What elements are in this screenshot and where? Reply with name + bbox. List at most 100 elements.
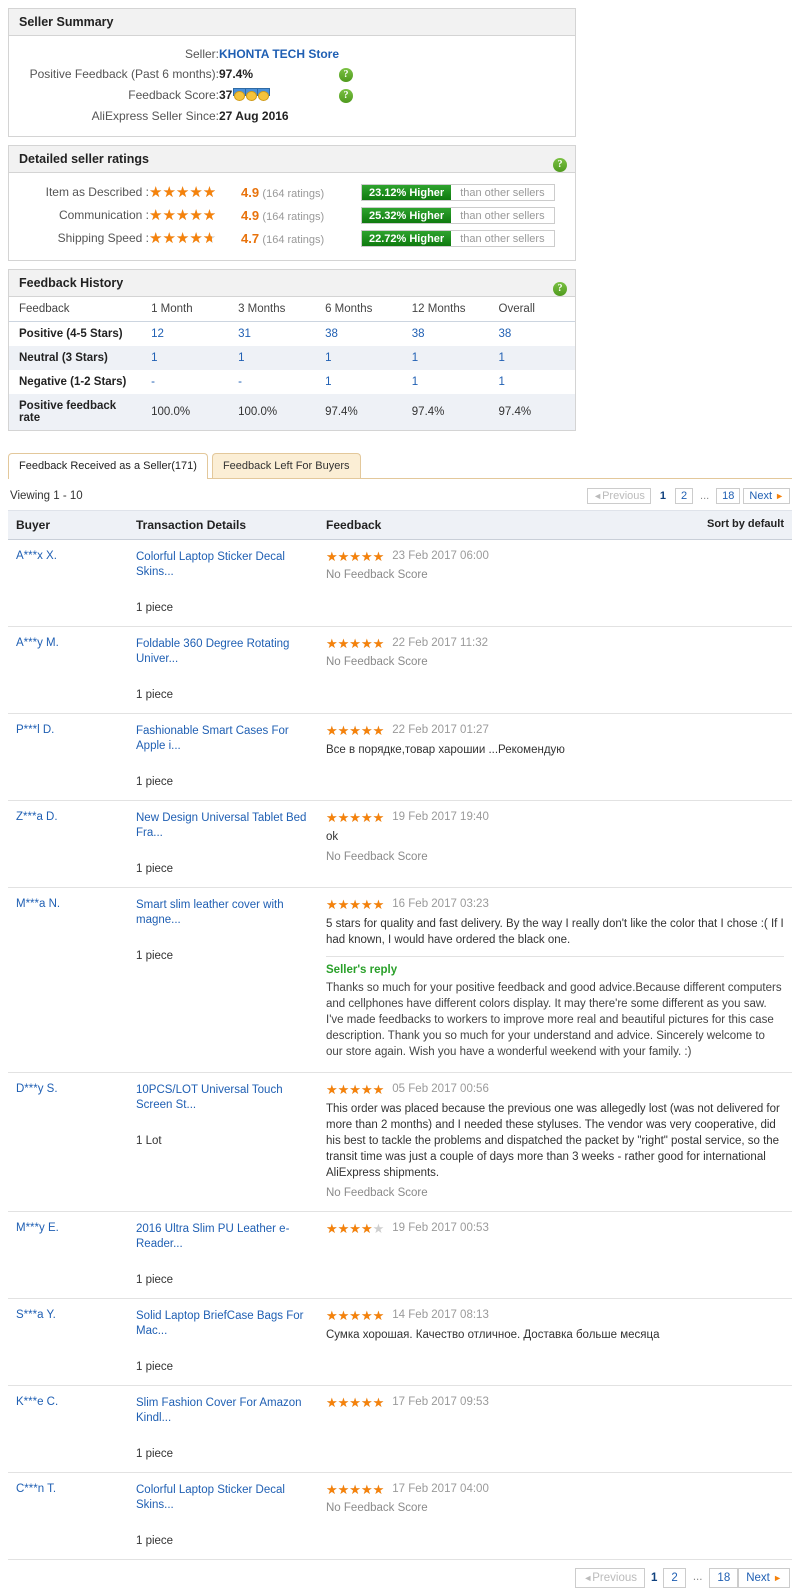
table-row: P***l D. Fashionable Smart Cases For App… <box>8 713 792 801</box>
summary-label-seller-since: AliExpress Seller Since: <box>91 108 219 123</box>
summary-row-seller-since: AliExpress Seller Since: 27 Aug 2016 <box>19 106 379 126</box>
buyer-name[interactable]: Z***a D. <box>8 800 128 888</box>
no-feedback-score: No Feedback Score <box>326 850 428 863</box>
seller-store-link[interactable]: KHONTA TECH Store <box>219 47 339 61</box>
product-link[interactable]: Colorful Laptop Sticker Decal Skins... <box>136 1483 310 1513</box>
fh-cell: 1 <box>238 351 245 364</box>
table-row: Z***a D. New Design Universal Tablet Bed… <box>8 800 792 888</box>
pagination-page-18[interactable]: 18 <box>709 1567 739 1588</box>
header-feedback-label: Feedback <box>326 517 382 532</box>
pagination-next[interactable]: Next ► <box>743 487 790 504</box>
star-rating: ★★★★★★★★★★ <box>326 1081 385 1097</box>
help-icon[interactable]: ? <box>339 88 353 103</box>
feedback-text: Все в порядке,товар харошии ...Рекоменду… <box>326 743 565 756</box>
comparison-base: than other sellers <box>451 230 554 246</box>
help-icon[interactable]: ? <box>553 282 567 297</box>
pagination-ellipsis: ... <box>696 488 714 503</box>
buyer-name[interactable]: A***x X. <box>8 539 128 627</box>
product-link[interactable]: Fashionable Smart Cases For Apple i... <box>136 724 310 754</box>
feedback-header: ★★★★★ ★★★★★ 17 Feb 2017 04:00 <box>326 1483 784 1496</box>
pagination-page-1[interactable]: 1 <box>645 1568 663 1588</box>
no-feedback-score: No Feedback Score <box>326 655 428 668</box>
fh-cell: 38 <box>325 327 338 340</box>
medal-icon <box>257 88 271 102</box>
feedback-history-header: Feedback History ? <box>9 269 575 297</box>
feedback-text: 5 stars for quality and fast delivery. B… <box>326 917 784 946</box>
feedback-date: 17 Feb 2017 04:00 <box>392 1483 489 1496</box>
quantity: 1 piece <box>136 601 174 614</box>
chevron-left-icon: ◄ <box>593 490 603 501</box>
transaction-details: Smart slim leather cover with magne... 1… <box>128 887 318 1073</box>
buyer-name[interactable]: C***n T. <box>8 1472 128 1560</box>
pagination-page-2[interactable]: 2 <box>663 1567 686 1588</box>
detailed-seller-ratings-panel: Detailed seller ratings ? Item as Descri… <box>8 144 576 261</box>
fh-header-feedback: Feedback <box>9 296 142 322</box>
quantity: 1 piece <box>136 949 174 962</box>
buyer-name[interactable]: M***y E. <box>8 1211 128 1299</box>
dsr-comparison: 25.32% Higher than other sellers <box>361 204 565 227</box>
summary-help-feedback-score: ? <box>339 85 379 106</box>
pagination-page-1[interactable]: 1 <box>654 488 672 504</box>
summary-help-positive-feedback: ? <box>339 64 379 85</box>
pagination-previous[interactable]: ◄Previous <box>587 487 651 504</box>
tab-feedback-left-for-buyers[interactable]: Feedback Left For Buyers <box>211 452 361 478</box>
product-link[interactable]: Solid Laptop BriefCase Bags For Mac... <box>136 1309 310 1339</box>
fh-cell: 1 <box>498 375 505 388</box>
feedback-cell: ★★★★★★★★★★ 19 Feb 2017 00:53 <box>318 1211 792 1299</box>
summary-value-feedback-score: 37 <box>219 85 339 106</box>
dsr-score: 4.9 (164 ratings) <box>241 181 361 204</box>
transaction-details: Fashionable Smart Cases For Apple i... 1… <box>128 713 318 801</box>
detailed-ratings-title: Detailed seller ratings <box>19 151 149 166</box>
pagination-previous[interactable]: ◄Previous <box>575 1567 646 1588</box>
pagination-page-2[interactable]: 2 <box>675 487 694 504</box>
product-link[interactable]: New Design Universal Tablet Bed Fra... <box>136 811 310 841</box>
seller-reply: Seller's reply Thanks so much for your p… <box>326 955 784 1060</box>
fh-cell: 97.4% <box>325 405 358 418</box>
summary-label-positive-feedback: Positive Feedback (Past 6 months): <box>29 67 219 82</box>
buyer-name[interactable]: M***a N. <box>8 887 128 1073</box>
fh-cell: - <box>238 375 242 388</box>
table-row: M***a N. Smart slim leather cover with m… <box>8 887 792 1073</box>
summary-row-feedback-score: Feedback Score: 37 ? <box>19 85 379 106</box>
sort-by-default[interactable]: Sort by default <box>707 518 784 530</box>
buyer-name[interactable]: S***a Y. <box>8 1298 128 1386</box>
product-link[interactable]: Smart slim leather cover with magne... <box>136 898 310 928</box>
transaction-details: Colorful Laptop Sticker Decal Skins... 1… <box>128 539 318 627</box>
fh-row-label: Positive feedback rate <box>19 399 117 424</box>
help-icon[interactable]: ? <box>339 67 353 82</box>
feedback-cell: ★★★★★ ★★★★★ 17 Feb 2017 04:00 No Feedback… <box>318 1472 792 1560</box>
buyer-name[interactable]: D***y S. <box>8 1072 128 1212</box>
tab-feedback-received-as-seller[interactable]: Feedback Received as a Seller(171) <box>8 452 208 479</box>
comparison-higher: 25.32% Higher <box>362 207 452 223</box>
summary-help-seller <box>339 44 379 64</box>
feedback-date: 17 Feb 2017 09:53 <box>392 1396 489 1409</box>
comparison-bar: 25.32% Higher than other sellers <box>361 206 555 224</box>
feedback-header: ★★★★★ ★★★★★ 22 Feb 2017 11:32 <box>326 637 784 650</box>
feedback-text: This order was placed because the previo… <box>326 1102 780 1179</box>
pagination-next[interactable]: Next ► <box>738 1567 790 1588</box>
pagination-page-18[interactable]: 18 <box>716 487 741 504</box>
product-link[interactable]: Foldable 360 Degree Rotating Univer... <box>136 637 310 667</box>
dsr-score-value: 4.9 <box>241 207 260 223</box>
seller-reply-text: Thanks so much for your positive feedbac… <box>326 981 782 1058</box>
comparison-base: than other sellers <box>451 207 554 223</box>
medal-icon <box>245 88 259 102</box>
star-rating: ★★★★★★★★★★ <box>326 896 385 912</box>
help-icon[interactable]: ? <box>553 158 567 173</box>
product-link[interactable]: Colorful Laptop Sticker Decal Skins... <box>136 550 310 580</box>
buyer-name[interactable]: A***y M. <box>8 626 128 714</box>
fh-cell: 31 <box>238 327 251 340</box>
product-link[interactable]: Slim Fashion Cover For Amazon Kindl... <box>136 1396 310 1426</box>
fh-row-negative: Negative (1-2 Stars) - - 1 1 1 <box>9 370 575 394</box>
buyer-name[interactable]: K***e C. <box>8 1385 128 1473</box>
feedback-text: Сумка хорошая. Качество отличное. Достав… <box>326 1328 660 1341</box>
pagination-ellipsis: ... <box>685 1567 710 1588</box>
product-link[interactable]: 2016 Ultra Slim PU Leather e-Reader... <box>136 1222 310 1252</box>
detailed-ratings-help: ? <box>553 152 567 179</box>
summary-value-seller: KHONTA TECH Store <box>219 44 339 64</box>
fh-cell: 100.0% <box>151 405 191 418</box>
product-link[interactable]: 10PCS/LOT Universal Touch Screen St... <box>136 1083 310 1113</box>
fh-row-positive: Positive (4-5 Stars) 12 31 38 38 38 <box>9 321 575 346</box>
buyer-name[interactable]: P***l D. <box>8 713 128 801</box>
dsr-score: 4.9 (164 ratings) <box>241 204 361 227</box>
